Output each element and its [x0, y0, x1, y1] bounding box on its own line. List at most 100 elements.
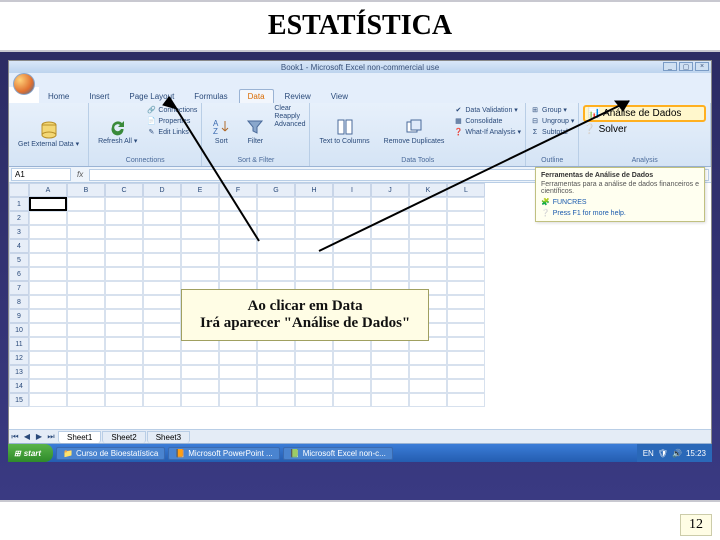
- cell[interactable]: [219, 351, 257, 365]
- cell[interactable]: [67, 253, 105, 267]
- cell[interactable]: [219, 253, 257, 267]
- cell[interactable]: [181, 393, 219, 407]
- cell[interactable]: [257, 379, 295, 393]
- cell[interactable]: [29, 393, 67, 407]
- cell[interactable]: [447, 379, 485, 393]
- cell[interactable]: [143, 365, 181, 379]
- cell[interactable]: [295, 267, 333, 281]
- row-header[interactable]: 14: [9, 379, 29, 393]
- cell[interactable]: [105, 309, 143, 323]
- cell[interactable]: [447, 295, 485, 309]
- tab-insert[interactable]: Insert: [80, 89, 118, 103]
- sheet-tab-3[interactable]: Sheet3: [147, 431, 190, 443]
- cell[interactable]: [409, 267, 447, 281]
- cell[interactable]: [447, 365, 485, 379]
- cell[interactable]: [29, 239, 67, 253]
- sheet-tab-1[interactable]: Sheet1: [58, 431, 101, 443]
- cell[interactable]: [29, 365, 67, 379]
- column-header[interactable]: C: [105, 183, 143, 197]
- cell[interactable]: [447, 323, 485, 337]
- system-tray[interactable]: EN 🛡 🔊 15:23: [637, 444, 712, 462]
- cell[interactable]: [143, 337, 181, 351]
- cell[interactable]: [143, 267, 181, 281]
- row-header[interactable]: 5: [9, 253, 29, 267]
- cell[interactable]: [143, 295, 181, 309]
- fx-label[interactable]: fx: [77, 170, 83, 179]
- refresh-all-button[interactable]: Refresh All ▾: [93, 105, 142, 156]
- cell[interactable]: [105, 267, 143, 281]
- cell[interactable]: [219, 267, 257, 281]
- cell[interactable]: [257, 267, 295, 281]
- cell[interactable]: [105, 253, 143, 267]
- cell[interactable]: [333, 379, 371, 393]
- cell[interactable]: [143, 253, 181, 267]
- row-header[interactable]: 3: [9, 225, 29, 239]
- cell[interactable]: [67, 211, 105, 225]
- row-header[interactable]: 8: [9, 295, 29, 309]
- cell[interactable]: [67, 197, 105, 211]
- cell[interactable]: [257, 365, 295, 379]
- name-box[interactable]: A1: [11, 168, 71, 181]
- cell[interactable]: [257, 393, 295, 407]
- cell[interactable]: [105, 281, 143, 295]
- column-header[interactable]: B: [67, 183, 105, 197]
- cell[interactable]: [67, 323, 105, 337]
- cell[interactable]: [105, 379, 143, 393]
- row-header[interactable]: 11: [9, 337, 29, 351]
- minimize-button[interactable]: _: [663, 62, 677, 71]
- row-header[interactable]: 2: [9, 211, 29, 225]
- cell[interactable]: [181, 253, 219, 267]
- maximize-button[interactable]: ▢: [679, 62, 693, 71]
- cell[interactable]: [219, 393, 257, 407]
- cell[interactable]: [143, 393, 181, 407]
- cell[interactable]: [219, 379, 257, 393]
- cell[interactable]: [29, 197, 67, 211]
- cell[interactable]: [409, 351, 447, 365]
- cell[interactable]: [181, 351, 219, 365]
- cell[interactable]: [181, 267, 219, 281]
- cell[interactable]: [257, 253, 295, 267]
- cell[interactable]: [371, 365, 409, 379]
- cell[interactable]: [295, 393, 333, 407]
- language-indicator[interactable]: EN: [643, 449, 654, 458]
- cell[interactable]: [371, 351, 409, 365]
- cell[interactable]: [143, 309, 181, 323]
- row-header[interactable]: 10: [9, 323, 29, 337]
- tray-volume-icon[interactable]: 🔊: [672, 449, 682, 458]
- cell[interactable]: [105, 365, 143, 379]
- taskbar-item-3[interactable]: 📗Microsoft Excel non-c...: [283, 447, 393, 460]
- cell[interactable]: [105, 239, 143, 253]
- cell[interactable]: [67, 393, 105, 407]
- cell[interactable]: [333, 365, 371, 379]
- row-header[interactable]: 7: [9, 281, 29, 295]
- cell[interactable]: [333, 393, 371, 407]
- get-external-data-button[interactable]: Get External Data ▾: [13, 105, 84, 163]
- column-header[interactable]: A: [29, 183, 67, 197]
- row-header[interactable]: 13: [9, 365, 29, 379]
- row-header[interactable]: 6: [9, 267, 29, 281]
- select-all-corner[interactable]: [9, 183, 29, 197]
- cell[interactable]: [409, 393, 447, 407]
- cell[interactable]: [105, 393, 143, 407]
- cell[interactable]: [67, 379, 105, 393]
- cell[interactable]: [29, 295, 67, 309]
- cell[interactable]: [67, 337, 105, 351]
- close-button[interactable]: ×: [695, 62, 709, 71]
- row-header[interactable]: 4: [9, 239, 29, 253]
- cell[interactable]: [67, 225, 105, 239]
- sheet-tab-2[interactable]: Sheet2: [102, 431, 145, 443]
- cell[interactable]: [181, 365, 219, 379]
- cell[interactable]: [29, 351, 67, 365]
- cell[interactable]: [333, 351, 371, 365]
- cell[interactable]: [67, 309, 105, 323]
- office-button[interactable]: [13, 73, 35, 95]
- cell[interactable]: [447, 309, 485, 323]
- cell[interactable]: [219, 365, 257, 379]
- row-header[interactable]: 15: [9, 393, 29, 407]
- cell[interactable]: [29, 281, 67, 295]
- cell[interactable]: [143, 323, 181, 337]
- cell[interactable]: [67, 295, 105, 309]
- row-header[interactable]: 9: [9, 309, 29, 323]
- cell[interactable]: [409, 379, 447, 393]
- cell[interactable]: [371, 267, 409, 281]
